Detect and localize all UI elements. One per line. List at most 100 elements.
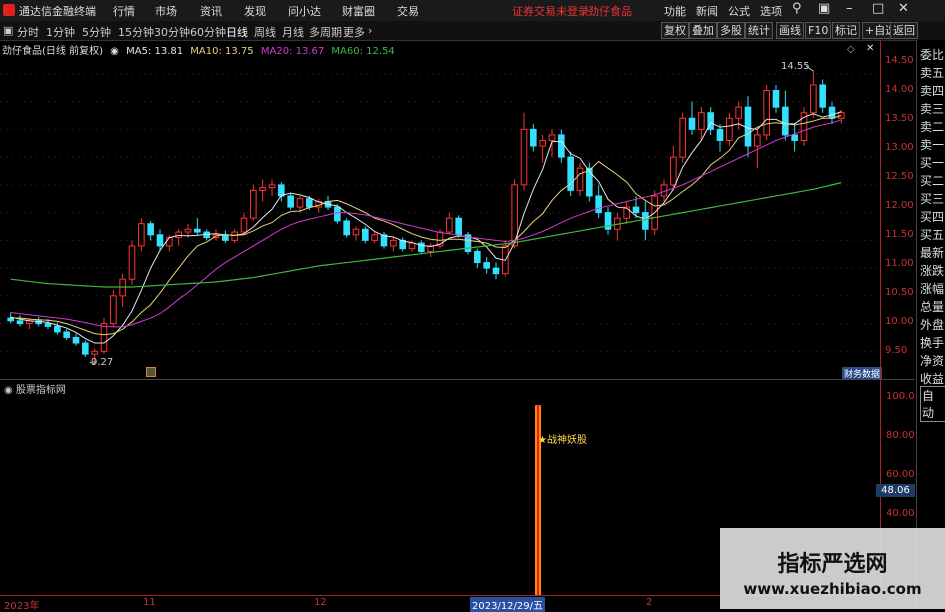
candle[interactable] — [390, 237, 397, 252]
price-chart[interactable] — [0, 40, 880, 378]
side-item-ask3[interactable]: 卖三 — [920, 100, 944, 117]
auto-button[interactable]: 自动 — [920, 386, 945, 422]
candle[interactable] — [474, 248, 481, 269]
side-item-ask5[interactable]: 卖五 — [920, 64, 944, 81]
side-item-outer[interactable]: 外盘 — [920, 316, 944, 333]
candle[interactable] — [492, 262, 500, 280]
candle[interactable] — [72, 333, 80, 346]
candle[interactable] — [782, 90, 789, 141]
candle[interactable] — [614, 212, 621, 241]
candle[interactable] — [231, 229, 238, 244]
side-item-bid5[interactable]: 买五 — [920, 226, 944, 243]
menu-news-right[interactable]: 新闻 — [696, 3, 718, 19]
btn-statistics[interactable]: 统计 — [745, 22, 773, 39]
minimize-icon[interactable]: – — [846, 1, 853, 16]
candle[interactable] — [642, 201, 649, 241]
candle[interactable] — [147, 220, 154, 241]
side-item-volume[interactable]: 总量 — [920, 298, 944, 315]
period-more[interactable]: 更多 — [343, 24, 365, 40]
period-15min[interactable]: 15分钟 — [118, 24, 154, 40]
menu-market[interactable]: 市场 — [155, 3, 177, 19]
period-60min[interactable]: 60分钟 — [190, 24, 226, 40]
btn-multi-stock[interactable]: 多股 — [717, 22, 745, 39]
period-monthly[interactable]: 月线 — [282, 24, 304, 40]
candle[interactable] — [100, 318, 108, 355]
candle[interactable] — [343, 218, 350, 238]
candle[interactable] — [530, 123, 537, 152]
candle[interactable] — [371, 232, 378, 244]
btn-f10[interactable]: F10 — [805, 22, 832, 39]
candle[interactable] — [483, 257, 490, 274]
period-intraday[interactable]: 分时 — [17, 24, 39, 40]
candle[interactable] — [698, 107, 705, 141]
menu-functions[interactable]: 功能 — [664, 3, 686, 19]
menu-formula[interactable]: 公式 — [728, 3, 750, 19]
side-item-change[interactable]: 涨跌 — [920, 262, 944, 279]
menu-options[interactable]: 选项 — [760, 3, 782, 19]
side-item-bid1[interactable]: 买一 — [920, 154, 944, 171]
candle[interactable] — [427, 243, 434, 258]
btn-adjust[interactable]: 复权 — [661, 22, 689, 39]
candle[interactable] — [128, 240, 136, 285]
candle[interactable] — [63, 329, 70, 341]
side-item-ask2[interactable]: 卖二 — [920, 118, 944, 135]
candle[interactable] — [707, 107, 714, 135]
candle[interactable] — [539, 134, 546, 163]
panel-close-icon[interactable]: ✕ — [866, 43, 874, 54]
candle[interactable] — [212, 229, 220, 241]
side-item-last[interactable]: 最新 — [920, 244, 944, 261]
candle[interactable] — [548, 129, 556, 158]
candle[interactable] — [446, 212, 453, 235]
login-notice[interactable]: 证券交易未登录 — [512, 3, 589, 19]
btn-overlay[interactable]: 叠加 — [689, 22, 717, 39]
candle[interactable] — [138, 218, 145, 252]
candle[interactable] — [576, 162, 584, 196]
candle[interactable] — [464, 232, 472, 255]
bell-icon[interactable]: ⚲ — [792, 1, 802, 16]
candle[interactable] — [287, 193, 294, 210]
period-multi[interactable]: 多周期 — [309, 24, 342, 40]
period-5min[interactable]: 5分钟 — [82, 24, 111, 40]
candle[interactable] — [352, 226, 360, 241]
menu-discover[interactable]: 发现 — [244, 3, 266, 19]
candle[interactable] — [679, 112, 686, 163]
period-weekly[interactable]: 周线 — [254, 24, 276, 40]
menu-news[interactable]: 资讯 — [200, 3, 222, 19]
window-restore-icon[interactable]: ▣ — [818, 1, 830, 16]
candle[interactable] — [744, 96, 752, 158]
candle[interactable] — [222, 230, 229, 244]
menu-ask-xiaoda[interactable]: 问小达 — [288, 3, 321, 19]
side-item-bid4[interactable]: 买四 — [920, 208, 944, 225]
candle[interactable] — [362, 226, 369, 244]
candle[interactable] — [418, 240, 425, 255]
candle[interactable] — [810, 71, 817, 119]
period-daily[interactable]: 日线 — [226, 24, 248, 40]
candle[interactable] — [268, 179, 276, 196]
period-30min[interactable]: 30分钟 — [154, 24, 190, 40]
candle[interactable] — [595, 184, 602, 219]
menu-wealth-circle[interactable]: 财富圈 — [342, 3, 375, 19]
candle[interactable] — [16, 315, 24, 327]
maximize-icon[interactable]: □ — [872, 1, 884, 16]
side-item-bid-ratio[interactable]: 委比 — [920, 46, 944, 63]
candle[interactable] — [324, 195, 332, 210]
candle[interactable] — [828, 101, 836, 124]
candle[interactable] — [240, 212, 248, 235]
diamond-icon[interactable]: ◇ — [847, 44, 855, 55]
candle[interactable] — [558, 129, 565, 163]
side-item-ask1[interactable]: 卖一 — [920, 136, 944, 153]
chevron-right-icon[interactable]: › — [368, 24, 372, 37]
candle[interactable] — [716, 123, 724, 152]
side-item-ask4[interactable]: 卖四 — [920, 82, 944, 99]
candle[interactable] — [194, 218, 201, 235]
side-item-bid3[interactable]: 买三 — [920, 190, 944, 207]
candle[interactable] — [119, 273, 126, 307]
candle[interactable] — [791, 123, 798, 152]
side-item-eps[interactable]: 收益 — [920, 370, 944, 387]
candle[interactable] — [800, 107, 808, 147]
info-marker-icon[interactable] — [146, 367, 156, 377]
candle[interactable] — [82, 340, 89, 357]
candle[interactable] — [520, 112, 528, 191]
candle[interactable] — [250, 184, 257, 221]
btn-mark[interactable]: 标记 — [832, 22, 860, 39]
